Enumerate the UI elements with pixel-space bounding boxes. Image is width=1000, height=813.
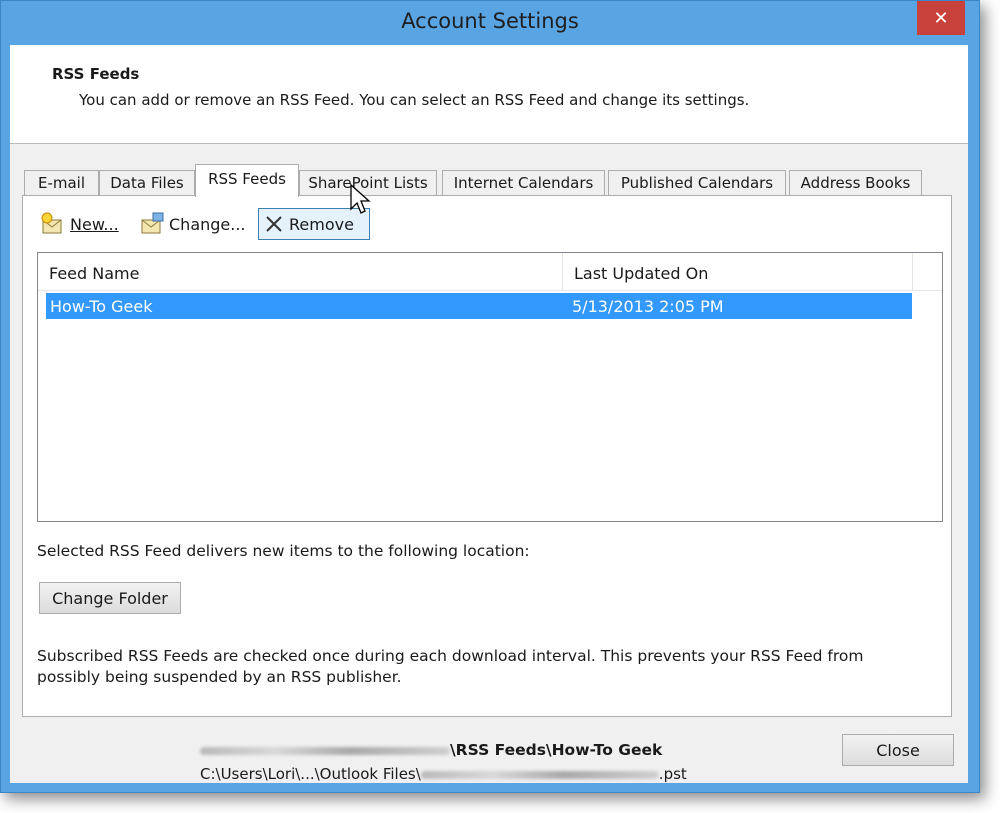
tab-published-calendars[interactable]: Published Calendars [608,170,786,196]
new-feed-icon [40,211,66,237]
feed-list[interactable]: Feed Name Last Updated On How-To Geek 5/… [37,252,943,522]
change-feed-icon [139,211,165,237]
section-description: You can add or remove an RSS Feed. You c… [79,91,750,109]
tab-email[interactable]: E-mail [24,170,99,196]
file-path-suffix: .pst [658,765,687,783]
remove-icon [263,211,285,237]
close-button[interactable]: Close [842,734,954,766]
folder-path: \RSS Feeds\How-To Geek [200,741,662,759]
title-bar[interactable]: Account Settings ✕ [1,1,979,45]
feed-row[interactable]: How-To Geek 5/13/2013 2:05 PM [46,293,912,319]
new-feed-label: New... [70,214,119,234]
file-path-prefix: C:\Users\Lori\...\Outlook Files\ [200,765,421,783]
file-path: C:\Users\Lori\...\Outlook Files\ .pst [200,765,687,783]
account-settings-window: Account Settings ✕ RSS Feeds You can add… [0,0,980,793]
feed-updated-cell: 5/13/2013 2:05 PM [572,297,724,316]
redacted-file-text [420,770,659,779]
tab-rss-feeds[interactable]: RSS Feeds [195,164,299,197]
tab-address-books[interactable]: Address Books [789,170,922,196]
location-label: Selected RSS Feed delivers new items to … [37,542,530,560]
rss-feeds-tab-page: New... Change... Remove Feed Name Last U… [22,195,952,783]
section-title: RSS Feeds [52,65,140,83]
tab-internet-calendars[interactable]: Internet Calendars [442,170,605,196]
folder-path-text: \RSS Feeds\How-To Geek [450,741,663,759]
remove-feed-label: Remove [289,214,354,234]
window-title: Account Settings [401,9,579,33]
change-feed-button[interactable]: Change... [135,208,250,240]
change-feed-label: Change... [169,214,246,234]
dialog-body: RSS Feeds You can add or remove an RSS F… [10,45,968,783]
header-panel: RSS Feeds You can add or remove an RSS F… [10,45,968,144]
feed-name-cell: How-To Geek [50,297,153,316]
feed-list-header: Feed Name Last Updated On [38,253,942,291]
new-feed-button[interactable]: New... [36,208,123,240]
redacted-text [200,746,450,755]
column-last-updated[interactable]: Last Updated On [563,253,913,291]
subscription-note: Subscribed RSS Feeds are checked once du… [37,647,864,686]
column-feed-name[interactable]: Feed Name [38,253,563,291]
tab-data-files[interactable]: Data Files [99,170,195,196]
close-icon[interactable]: ✕ [917,1,965,35]
change-folder-button[interactable]: Change Folder [39,582,181,614]
tab-strip: E-mail Data Files RSS Feeds SharePoint L… [24,164,964,197]
mouse-pointer-icon [349,183,373,221]
